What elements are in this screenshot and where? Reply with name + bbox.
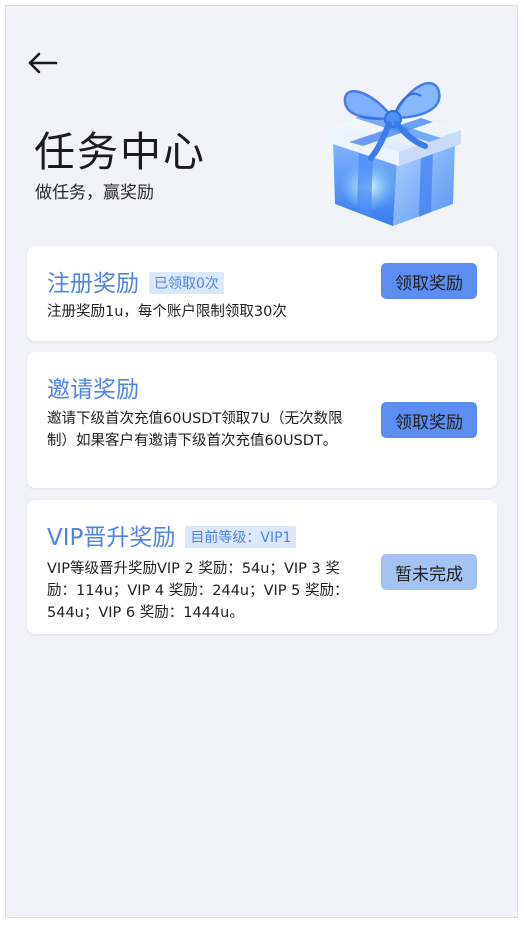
claim-reward-button[interactable]: 领取奖励	[381, 263, 477, 299]
card-register-reward: 注册奖励 已领取0次 注册奖励1u，每个账户限制领取30次 领取奖励	[27, 246, 497, 341]
card-vip-reward: VIP晋升奖励 目前等级：VIP1 VIP等级晋升奖励VIP 2 奖励：54u；V…	[27, 500, 497, 634]
task-center-screen: 任务中心 做任务，赢奖励 注册奖励 已领取0次 注册奖励1u，每个账户限制领取3…	[5, 5, 518, 918]
card-title: 注册奖励 已领取0次	[47, 264, 224, 298]
card-description: 邀请下级首次充值60USDT领取7U（无次数限制）如果客户有邀请下级首次充值60…	[47, 411, 343, 449]
not-completed-button[interactable]: 暂未完成	[381, 554, 477, 590]
card-description: VIP等级晋升奖励VIP 2 奖励：54u；VIP 3 奖励：114u；VIP …	[47, 561, 349, 621]
card-invite-reward: 邀请奖励 邀请下级首次充值60USDT领取7U（无次数限制）如果客户有邀请下级首…	[27, 352, 497, 488]
back-arrow-icon[interactable]	[26, 46, 60, 80]
card-description: 注册奖励1u，每个账户限制领取30次	[47, 304, 287, 320]
claim-reward-button[interactable]: 领取奖励	[381, 402, 477, 438]
page-title: 任务中心	[34, 128, 206, 176]
card-title: 邀请奖励	[47, 377, 139, 403]
card-title: VIP晋升奖励 目前等级：VIP1	[47, 518, 297, 552]
claimed-count-badge: 已领取0次	[149, 271, 224, 294]
page-subtitle: 做任务，赢奖励	[35, 183, 154, 203]
vip-level-badge: 目前等级：VIP1	[185, 525, 297, 548]
gift-box-icon	[325, 82, 461, 226]
